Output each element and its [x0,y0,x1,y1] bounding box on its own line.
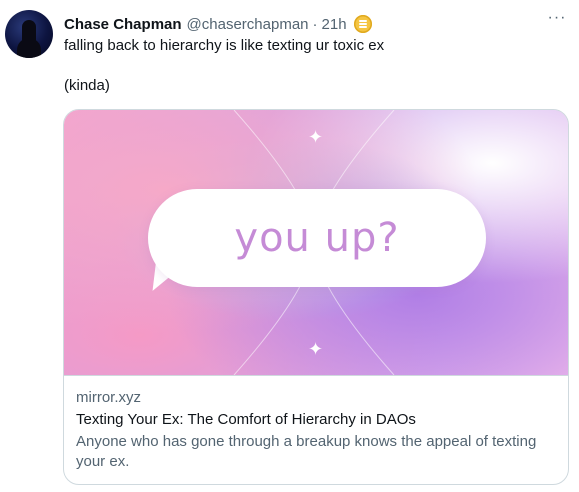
sparkle-icon: ✦ [308,339,324,359]
tweet-text-line: falling back to hierarchy is like textin… [64,37,385,54]
tweet-text-line: (kinda) [64,77,110,94]
author-handle[interactable]: @chaserchapman [187,16,309,33]
avatar[interactable] [5,10,53,58]
emoji-badge-icon [353,15,372,33]
card-meta: mirror.xyz Texting Your Ex: The Comfort … [64,375,568,484]
separator-dot: · [312,15,318,33]
link-preview-card[interactable]: ✦ ✦ you up? mirror.xyz Texting Your Ex: … [63,109,569,485]
sparkle-icon: ✦ [308,127,324,147]
card-domain: mirror.xyz [76,389,141,406]
tweet-header: Chase Chapman @chaserchapman · 21h [64,12,539,36]
author-name[interactable]: Chase Chapman [64,16,182,33]
badge-line [358,20,367,22]
card-title: Texting Your Ex: The Comfort of Hierarch… [76,411,416,428]
card-description: Anyone who has gone through a breakup kn… [76,433,537,470]
card-image[interactable]: ✦ ✦ you up? [64,110,568,375]
speech-bubble: you up? [148,189,486,287]
badge-line [358,26,367,28]
more-options-icon[interactable]: ··· [547,8,567,28]
tweet-timestamp[interactable]: 21h [322,16,347,33]
badge-line [358,23,367,25]
tweet-text: falling back to hierarchy is like textin… [64,36,564,96]
speech-bubble-text: you up? [234,215,400,261]
avatar-silhouette-head [22,20,36,50]
